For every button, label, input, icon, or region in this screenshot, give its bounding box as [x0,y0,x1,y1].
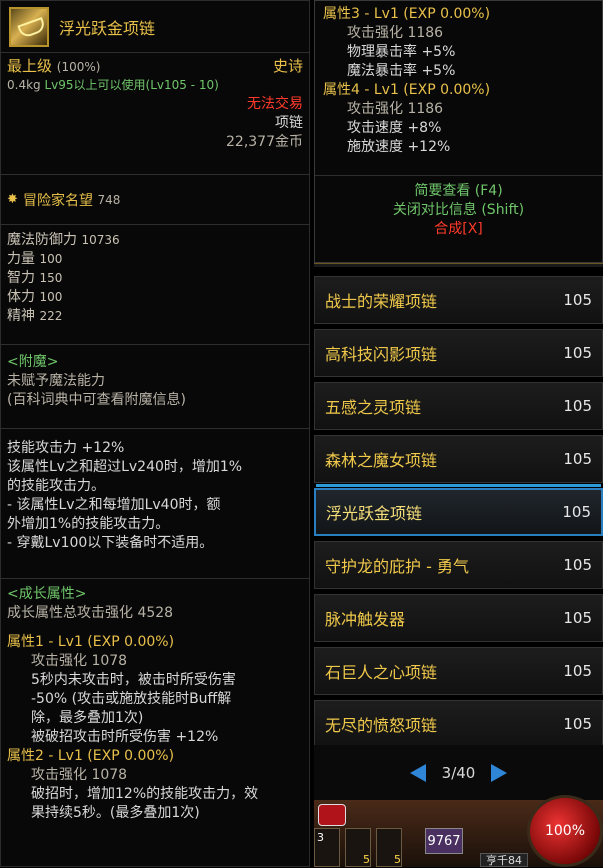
page-indicator: 3/40 [441,763,476,782]
quickslot[interactable]: 3 [314,828,340,867]
synthesize-button[interactable]: 合成[X] [315,220,602,239]
list-item[interactable]: 无尽的愤怒项链 105 [314,700,603,748]
necklace-icon [9,6,49,47]
skill-line: - 穿戴Lv100以下装备时不适用。 [7,535,214,551]
skill-line: 外增加1%的技能攻击力。 [7,516,170,532]
list-item[interactable]: 高科技闪影项链 105 [314,329,603,377]
skill-line: 技能攻击力 +12% [7,440,125,456]
list-item[interactable]: 守护龙的庇护 - 勇气 105 [314,541,603,589]
attr2-title: 属性2 - Lv1 (EXP 0.00%) [7,748,175,764]
fame-label: 冒险家名望 [23,192,93,209]
stat-row: 精神 222 [7,308,63,324]
next-page-icon[interactable] [491,763,508,782]
item-price: 22,377金币 [226,134,303,150]
attr-line: 破招时，增加12%的技能攻击力，效 [31,786,259,802]
attr-line: 攻击强化 1186 [347,25,444,41]
attr-line: 5秒内未攻击时，被击时所受伤害 [31,672,236,688]
hp-orb: 100% [527,795,603,867]
rarity: 最上级 [7,57,53,75]
enchant-line: 未赋予魔法能力 [7,373,105,389]
skill-line: 的技能攻击力。 [7,478,105,494]
enchant-title: <附魔> [7,354,59,370]
list-item[interactable]: 五感之灵项链 105 [314,382,603,430]
stat-row: 魔法防御力 10736 [7,232,120,248]
fame-row: ✸ 冒险家名望 748 [1,175,309,225]
attr-line: 施放速度 +12% [347,139,451,155]
stat-row: 智力 150 [7,270,63,286]
counter: 9767 [425,828,463,854]
close-compare-button[interactable]: 关闭对比信息 (Shift) [315,201,602,220]
attr-line: 除，最多叠加1次) [31,710,144,726]
fame-value: 748 [97,192,121,207]
skill-option: 技能攻击力 +12% 该属性Lv之和超过Lv240时，增加1% 的技能攻击力。 … [1,429,309,579]
skill-line: - 该属性Lv之和每增加Lv40时，额 [7,497,221,513]
growth-section: <成长属性> 成长属性总攻击强化 4528 属性1 - Lv1 (EXP 0.0… [1,579,309,823]
attr-line: 攻击速度 +8% [347,120,442,136]
list-item[interactable]: 战士的荣耀项链 105 [314,276,603,324]
compare-panel: 属性3 - Lv1 (EXP 0.00%) 攻击强化 1186 物理暴击率 +5… [314,0,603,263]
weight: 0.4kg [7,78,41,92]
attr4-title: 属性4 - Lv1 (EXP 0.00%) [323,82,491,98]
quickslot[interactable]: 5 [345,828,371,867]
attr-line: 果持续5秒。(最多叠加1次) [31,805,200,821]
character-badge: 亨千84 [480,853,528,867]
list-item[interactable]: 石巨人之心项链 105 [314,647,603,695]
item-slot-type: 项链 [275,115,303,131]
attr-line: 被破招攻击时所受伤害 +12% [31,729,219,745]
attr-line: 攻击强化 1078 [31,653,128,669]
trade-status: 无法交易 [247,96,303,112]
list-item[interactable]: 森林之魔女项链 105 [314,435,603,483]
attr1-title: 属性1 - Lv1 (EXP 0.00%) [7,634,175,650]
item-tooltip: 浮光跃金项链 最上级 (100%) 史诗 0.4kg Lv95以上可以使用(Lv… [0,0,310,867]
list-item[interactable]: 脉冲触发器 105 [314,594,603,642]
growth-title: <成长属性> [7,586,87,602]
pager: 3/40 [314,745,603,800]
attr3-title: 属性3 - Lv1 (EXP 0.00%) [323,6,491,22]
base-stats: 魔法防御力 10736 力量 100 智力 150 体力 100 精神 222 [1,225,309,345]
fame-icon: ✸ [7,191,18,207]
item-name: 浮光跃金项链 [59,18,156,38]
skill-line: 该属性Lv之和超过Lv240时，增加1% [7,459,243,475]
stat-row: 力量 100 [7,251,63,267]
quickslot[interactable]: 5 [376,828,402,867]
compare-actions: 简要查看 (F4) 关闭对比信息 (Shift) 合成[X] [315,175,602,239]
grade: 史诗 [272,57,303,75]
rarity-pct: (100%) [56,60,101,74]
enchant-line: (百科词典中可查看附魔信息) [7,392,186,408]
list-item-selected[interactable]: 浮光跃金项链 105 [314,484,603,536]
stat-row: 体力 100 [7,289,63,305]
brief-view-button[interactable]: 简要查看 (F4) [315,182,602,201]
level-requirement: Lv95以上可以使用(Lv105 - 10) [44,78,219,92]
attr-line: -50% (攻击或施放技能时Buff解 [31,691,232,707]
prev-page-icon[interactable] [409,763,426,782]
heart-icon[interactable] [318,804,346,826]
compare-attrs: 属性3 - Lv1 (EXP 0.00%) 攻击强化 1186 物理暴击率 +5… [315,1,602,161]
tooltip-header: 浮光跃金项链 [1,1,309,53]
attr-line: 攻击强化 1186 [347,101,444,117]
panel-divider [314,263,603,267]
attr-line: 攻击强化 1078 [31,767,128,783]
growth-total: 成长属性总攻击强化 4528 [7,605,174,621]
item-basic-info: 最上级 (100%) 史诗 0.4kg Lv95以上可以使用(Lv105 - 1… [1,53,309,175]
attr-line: 物理暴击率 +5% [347,44,456,60]
attr-line: 魔法暴击率 +5% [347,63,456,79]
enchant-section: <附魔> 未赋予魔法能力 (百科词典中可查看附魔信息) [1,345,309,429]
